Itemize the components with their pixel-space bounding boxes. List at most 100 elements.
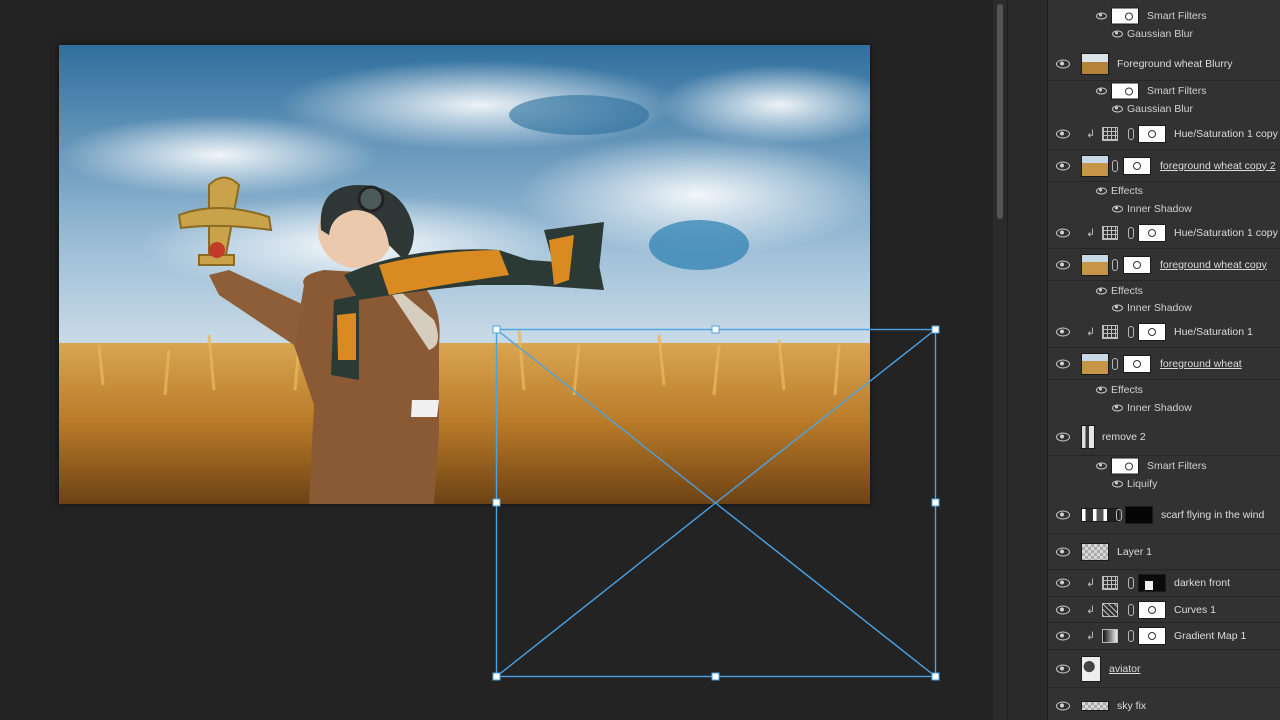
- transform-handle-bottom-left[interactable]: [492, 672, 501, 681]
- eye-icon[interactable]: [1112, 105, 1123, 112]
- eye-icon[interactable]: [1056, 327, 1070, 336]
- layer-mask-thumbnail[interactable]: [1138, 627, 1166, 645]
- smart-filters-row[interactable]: Smart Filters: [1048, 456, 1280, 475]
- layer-mask-thumbnail[interactable]: [1138, 322, 1166, 341]
- layer-thumbnail: [1081, 352, 1109, 375]
- effects-row[interactable]: Effects: [1048, 380, 1280, 399]
- eye-icon[interactable]: [1056, 664, 1070, 673]
- eye-icon[interactable]: [1056, 701, 1070, 710]
- layer-mask-thumbnail[interactable]: [1123, 354, 1151, 373]
- eye-icon[interactable]: [1096, 87, 1107, 94]
- eye-icon[interactable]: [1056, 510, 1070, 519]
- chain-link-icon[interactable]: [1116, 508, 1122, 521]
- eye-icon[interactable]: [1112, 404, 1123, 411]
- layer-row[interactable]: ↲ Curves 1: [1048, 597, 1280, 623]
- filter-row[interactable]: Gaussian Blur: [1048, 24, 1280, 43]
- chain-link-icon[interactable]: [1128, 226, 1134, 239]
- eye-icon[interactable]: [1056, 161, 1070, 170]
- layer-row[interactable]: foreground wheat: [1048, 348, 1280, 380]
- layer-row[interactable]: foreground wheat copy: [1048, 249, 1280, 281]
- smart-filter-icon: [1111, 7, 1139, 24]
- eye-icon[interactable]: [1096, 12, 1107, 19]
- chain-link-icon[interactable]: [1128, 325, 1134, 338]
- effect-item-row[interactable]: Inner Shadow: [1048, 298, 1280, 317]
- filter-row[interactable]: Gaussian Blur: [1048, 99, 1280, 118]
- layer-thumbnail: [1081, 655, 1101, 682]
- layer-row[interactable]: ↲ darken front: [1048, 570, 1280, 597]
- eye-icon[interactable]: [1096, 386, 1107, 393]
- eye-icon[interactable]: [1096, 187, 1107, 194]
- layer-effect-label: Effects: [1111, 284, 1143, 297]
- chain-link-icon[interactable]: [1112, 159, 1118, 172]
- clipping-arrow-icon: ↲: [1086, 326, 1096, 338]
- chain-link-icon[interactable]: [1128, 127, 1134, 140]
- curves-adjustment-icon: [1102, 602, 1118, 617]
- layer-name: scarf flying in the wind: [1161, 508, 1265, 521]
- eye-icon[interactable]: [1056, 260, 1070, 269]
- eye-icon[interactable]: [1056, 605, 1070, 614]
- layer-mask-thumbnail[interactable]: [1138, 223, 1166, 242]
- eye-icon[interactable]: [1096, 462, 1107, 469]
- eye-icon[interactable]: [1056, 59, 1070, 68]
- clipping-arrow-icon: ↲: [1086, 227, 1096, 239]
- canvas-scrollbar[interactable]: [993, 0, 1007, 720]
- transform-handle-top-center[interactable]: [711, 325, 720, 334]
- eye-icon[interactable]: [1112, 304, 1123, 311]
- layer-row[interactable]: aviator: [1048, 650, 1280, 688]
- layer-mask-thumbnail[interactable]: [1123, 255, 1151, 274]
- eye-icon[interactable]: [1056, 547, 1070, 556]
- transform-handle-middle-left[interactable]: [492, 498, 501, 507]
- eye-icon[interactable]: [1112, 30, 1123, 37]
- effect-label: Inner Shadow: [1127, 301, 1192, 314]
- layer-mask-thumbnail[interactable]: [1138, 574, 1166, 592]
- layer-row[interactable]: scarf flying in the wind: [1048, 496, 1280, 534]
- layer-mask-thumbnail[interactable]: [1123, 156, 1151, 175]
- layer-row[interactable]: remove 2: [1048, 418, 1280, 456]
- transform-handle-top-left[interactable]: [492, 325, 501, 334]
- layer-row[interactable]: ↲ Hue/Saturation 1 copy: [1048, 217, 1280, 249]
- effect-item-row[interactable]: Inner Shadow: [1048, 398, 1280, 417]
- transform-handle-middle-right[interactable]: [931, 498, 940, 507]
- layer-mask-thumbnail[interactable]: [1138, 124, 1166, 143]
- eye-icon[interactable]: [1056, 359, 1070, 368]
- layer-mask-thumbnail[interactable]: [1125, 505, 1153, 524]
- effects-row[interactable]: Effects: [1048, 181, 1280, 200]
- chain-link-icon[interactable]: [1112, 357, 1118, 370]
- layer-row[interactable]: Foreground wheat Blurry: [1048, 47, 1280, 81]
- eye-icon[interactable]: [1056, 228, 1070, 237]
- canvas-photo[interactable]: [59, 45, 870, 504]
- eye-icon[interactable]: [1056, 631, 1070, 641]
- smart-filters-row[interactable]: Smart Filters: [1048, 81, 1280, 100]
- eye-icon[interactable]: [1056, 578, 1070, 588]
- eye-icon[interactable]: [1112, 480, 1123, 487]
- layer-mask-thumbnail[interactable]: [1138, 600, 1166, 619]
- layer-thumbnail: [1081, 700, 1109, 711]
- chain-link-icon[interactable]: [1128, 603, 1134, 616]
- filter-row[interactable]: Liquify: [1048, 474, 1280, 493]
- layers-panel[interactable]: Smart Filters Gaussian Blur Foreground w…: [1047, 0, 1280, 720]
- effect-item-row[interactable]: Inner Shadow: [1048, 199, 1280, 218]
- transform-handle-top-right[interactable]: [931, 325, 940, 334]
- scrollbar-thumb[interactable]: [997, 4, 1003, 219]
- layer-row[interactable]: ↲ Hue/Saturation 1 copy 2: [1048, 118, 1280, 150]
- chain-link-icon[interactable]: [1128, 630, 1134, 642]
- eye-icon[interactable]: [1112, 205, 1123, 212]
- smart-filters-row[interactable]: Smart Filters: [1048, 6, 1280, 25]
- filter-label: Gaussian Blur: [1127, 27, 1193, 40]
- layer-row[interactable]: ↲ Hue/Saturation 1: [1048, 316, 1280, 348]
- eye-icon[interactable]: [1056, 432, 1070, 441]
- layer-row[interactable]: foreground wheat copy 2: [1048, 150, 1280, 182]
- layer-thumbnail: [1081, 507, 1119, 522]
- layer-thumbnail: [1081, 154, 1109, 177]
- eye-icon[interactable]: [1056, 129, 1070, 138]
- layer-row[interactable]: ↲ Gradient Map 1: [1048, 623, 1280, 650]
- chain-link-icon[interactable]: [1128, 577, 1134, 589]
- layer-row[interactable]: sky fix: [1048, 690, 1280, 720]
- transform-handle-bottom-right[interactable]: [931, 672, 940, 681]
- canvas-area[interactable]: [0, 0, 993, 720]
- chain-link-icon[interactable]: [1112, 258, 1118, 271]
- transform-handle-bottom-center[interactable]: [711, 672, 720, 681]
- layer-row[interactable]: Layer 1: [1048, 534, 1280, 570]
- eye-icon[interactable]: [1096, 287, 1107, 294]
- layer-thumbnail: [1081, 542, 1109, 561]
